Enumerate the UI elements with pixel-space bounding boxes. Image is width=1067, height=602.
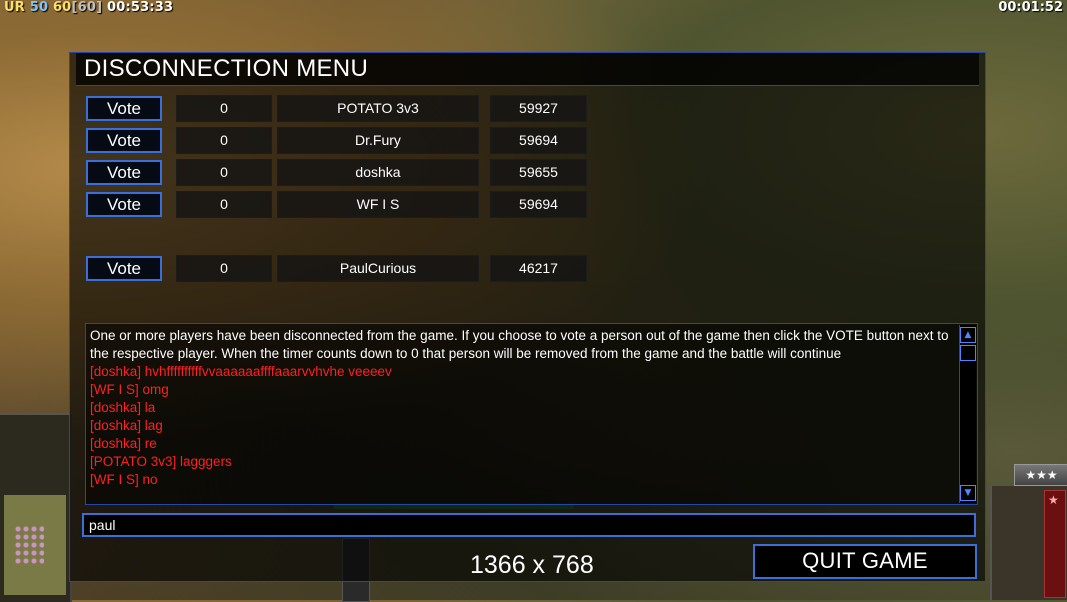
power-meter xyxy=(1044,490,1066,598)
vote-count: 0 xyxy=(176,95,272,122)
scroll-down-arrow-icon[interactable]: ▼ xyxy=(960,485,976,501)
scroll-up-arrow-icon[interactable]: ▲ xyxy=(960,327,976,343)
fps-value: 50 xyxy=(29,0,49,15)
side-command-panel xyxy=(990,486,1067,600)
player-id: 59694 xyxy=(490,127,587,154)
vote-button[interactable]: Vote xyxy=(86,160,162,185)
vote-button[interactable]: Vote xyxy=(86,96,162,121)
player-name: WF I S xyxy=(277,191,479,218)
vote-count: 0 xyxy=(176,159,272,186)
player-id: 59694 xyxy=(490,191,587,218)
vote-button[interactable]: Vote xyxy=(86,256,162,281)
vote-count: 0 xyxy=(176,255,272,282)
player-name: doshka xyxy=(277,159,479,186)
player-id: 59655 xyxy=(490,159,587,186)
system-message: One or more players have been disconnect… xyxy=(90,328,949,361)
fps-target-value: 60 xyxy=(52,0,72,15)
title-bar: DISCONNECTION MENU xyxy=(76,53,979,86)
disconnection-menu: DISCONNECTION MENU Vote 0 POTATO 3v3 599… xyxy=(69,52,986,582)
chat-message: [doshka] re xyxy=(90,436,157,451)
vote-button[interactable]: Vote xyxy=(86,192,162,217)
chat-scrollbar[interactable]: ▲ ▼ xyxy=(959,325,976,503)
disconnect-timer: 00:01:52 xyxy=(998,0,1063,15)
vote-count: 0 xyxy=(176,127,272,154)
ur-label: UR xyxy=(4,0,25,15)
chat-message: [WF I S] omg xyxy=(90,382,169,397)
game-time: 00:53:33 xyxy=(106,0,174,15)
chat-message: [doshka] lag xyxy=(90,418,163,433)
vote-button[interactable]: Vote xyxy=(86,128,162,153)
chat-message: [POTATO 3v3] lagggers xyxy=(90,454,232,469)
chat-log[interactable]: One or more players have been disconnect… xyxy=(85,323,978,505)
chat-input[interactable] xyxy=(82,513,976,537)
minimap[interactable] xyxy=(0,413,72,602)
chat-lines: One or more players have been disconnect… xyxy=(90,327,956,489)
game-stats-readout: UR 50 60[60] 00:53:33 xyxy=(4,0,173,15)
chat-message: [WF I S] no xyxy=(90,472,158,487)
player-name: Dr.Fury xyxy=(277,127,479,154)
minimap-terrain[interactable] xyxy=(4,495,66,595)
vote-count: 0 xyxy=(176,191,272,218)
resolution-label: 1366 x 768 xyxy=(470,551,594,579)
panel-title: DISCONNECTION MENU xyxy=(84,55,369,82)
player-id: 46217 xyxy=(490,255,587,282)
chat-message: [doshka] hvhffffffffffvvaaaaaaffffaaarvv… xyxy=(90,364,392,379)
chat-message: [doshka] la xyxy=(90,400,156,415)
quit-game-button[interactable]: QUIT GAME xyxy=(753,544,977,579)
player-name: POTATO 3v3 xyxy=(277,95,479,122)
rank-stars-icon: ★★★ xyxy=(1014,464,1067,486)
fps-max-value: [60] xyxy=(71,0,103,15)
scroll-thumb[interactable] xyxy=(960,345,976,361)
player-id: 59927 xyxy=(490,95,587,122)
player-name: PaulCurious xyxy=(277,255,479,282)
